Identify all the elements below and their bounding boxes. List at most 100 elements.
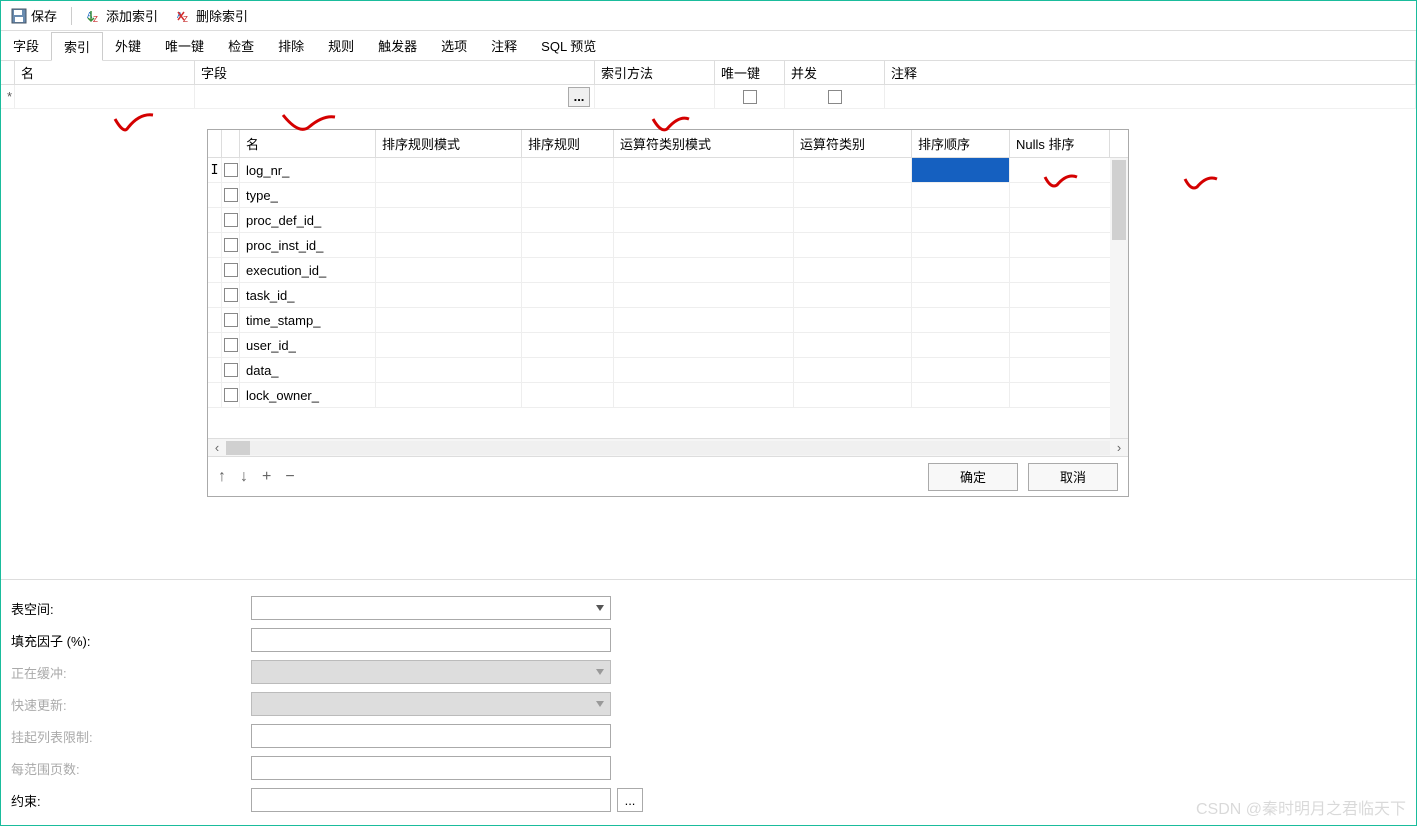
field-checkbox[interactable] [224, 313, 238, 327]
tablespace-select[interactable] [251, 596, 611, 620]
field-picker-button[interactable]: ... [568, 87, 590, 107]
field-row[interactable]: proc_inst_id_ [208, 233, 1128, 258]
add-index-button[interactable]: AZ 添加索引 [80, 4, 164, 27]
tab-exclude[interactable]: 排除 [266, 31, 316, 60]
field-name[interactable]: proc_inst_id_ [240, 233, 376, 257]
add-button[interactable]: + [262, 468, 271, 486]
fillfactor-input[interactable] [251, 628, 611, 652]
field-row[interactable]: I log_nr_ [208, 158, 1128, 183]
horizontal-scrollbar[interactable]: ‹ › [208, 438, 1128, 456]
field-checkbox[interactable] [224, 213, 238, 227]
field-name[interactable]: data_ [240, 358, 376, 382]
dialog-col-name[interactable]: 名 [240, 130, 376, 157]
field-checkbox[interactable] [224, 363, 238, 377]
field-name[interactable]: lock_owner_ [240, 383, 376, 407]
field-row[interactable]: execution_id_ [208, 258, 1128, 283]
field-name[interactable]: proc_def_id_ [240, 208, 376, 232]
field-checkbox[interactable] [224, 338, 238, 352]
dialog-col-coll-schema[interactable]: 排序规则模式 [376, 130, 522, 157]
constraint-input[interactable] [251, 788, 611, 812]
constraint-picker-button[interactable]: ... [617, 788, 643, 812]
tab-rule[interactable]: 规则 [316, 31, 366, 60]
remove-button[interactable]: − [285, 468, 294, 486]
cell-concurrent[interactable] [785, 85, 885, 108]
cell-unique[interactable] [715, 85, 785, 108]
concurrent-checkbox[interactable] [828, 90, 842, 104]
unique-checkbox[interactable] [743, 90, 757, 104]
field-checkbox[interactable] [224, 288, 238, 302]
tab-foreignkey[interactable]: 外键 [103, 31, 153, 60]
dialog-col-op[interactable]: 运算符类别 [794, 130, 912, 157]
cell-comment[interactable] [885, 85, 1416, 108]
tab-index[interactable]: 索引 [51, 32, 103, 61]
scroll-right-icon[interactable]: › [1110, 440, 1128, 456]
index-grid-row[interactable]: * ... [1, 85, 1416, 109]
delete-index-icon: AZ [176, 8, 192, 24]
tab-trigger[interactable]: 触发器 [366, 31, 429, 60]
pending-label: 挂起列表限制: [11, 727, 251, 746]
dialog-col-op-schema[interactable]: 运算符类别模式 [614, 130, 794, 157]
field-row[interactable]: data_ [208, 358, 1128, 383]
delete-index-button[interactable]: AZ 删除索引 [170, 4, 254, 27]
field-row[interactable]: user_id_ [208, 333, 1128, 358]
field-row[interactable]: type_ [208, 183, 1128, 208]
tab-unique[interactable]: 唯一键 [153, 31, 216, 60]
constraint-label: 约束: [11, 791, 251, 810]
dialog-footer: ↑ ↓ + − 确定 取消 [208, 456, 1128, 496]
scroll-left-icon[interactable]: ‹ [208, 440, 226, 456]
cancel-button[interactable]: 取消 [1028, 463, 1118, 491]
field-checkbox[interactable] [224, 163, 238, 177]
scroll-track[interactable] [226, 441, 1110, 455]
tablespace-label: 表空间: [11, 599, 251, 618]
vertical-scrollbar[interactable] [1110, 158, 1128, 438]
col-unique[interactable]: 唯一键 [715, 61, 785, 84]
vertical-scrollbar-thumb[interactable] [1112, 160, 1126, 240]
field-op[interactable] [794, 158, 912, 182]
field-name[interactable]: time_stamp_ [240, 308, 376, 332]
field-coll[interactable] [522, 158, 614, 182]
annotation-check-icon [1181, 171, 1221, 195]
dialog-col-coll[interactable]: 排序规则 [522, 130, 614, 157]
tab-sqlpreview[interactable]: SQL 预览 [529, 31, 608, 60]
fillfactor-label: 填充因子 (%): [11, 631, 251, 650]
dialog-col-nulls[interactable]: Nulls 排序 [1010, 130, 1110, 157]
tab-option[interactable]: 选项 [429, 31, 479, 60]
annotation-check-icon [111, 109, 157, 135]
field-row[interactable]: time_stamp_ [208, 308, 1128, 333]
col-comment[interactable]: 注释 [885, 61, 1416, 84]
field-order-selected[interactable] [912, 158, 1010, 182]
tab-comment[interactable]: 注释 [479, 31, 529, 60]
field-name[interactable]: log_nr_ [240, 158, 376, 182]
field-checkbox[interactable] [224, 238, 238, 252]
cell-fields[interactable]: ... [195, 85, 595, 108]
col-method[interactable]: 索引方法 [595, 61, 715, 84]
move-up-button[interactable]: ↑ [218, 468, 226, 486]
col-fields[interactable]: 字段 [195, 61, 595, 84]
field-name[interactable]: execution_id_ [240, 258, 376, 282]
field-checkbox[interactable] [224, 388, 238, 402]
row-cursor: I [208, 158, 222, 182]
field-name[interactable]: user_id_ [240, 333, 376, 357]
field-checkbox[interactable] [224, 263, 238, 277]
field-row[interactable]: proc_def_id_ [208, 208, 1128, 233]
tab-check[interactable]: 检查 [216, 31, 266, 60]
field-op-schema[interactable] [614, 158, 794, 182]
pages-label: 每范围页数: [11, 759, 251, 778]
field-row[interactable]: task_id_ [208, 283, 1128, 308]
ok-button[interactable]: 确定 [928, 463, 1018, 491]
field-name[interactable]: task_id_ [240, 283, 376, 307]
row-check[interactable] [222, 158, 240, 182]
col-concurrent[interactable]: 并发 [785, 61, 885, 84]
field-name[interactable]: type_ [240, 183, 376, 207]
col-name[interactable]: 名 [15, 61, 195, 84]
dialog-col-order[interactable]: 排序顺序 [912, 130, 1010, 157]
field-checkbox[interactable] [224, 188, 238, 202]
cell-method[interactable] [595, 85, 715, 108]
tab-fields[interactable]: 字段 [1, 31, 51, 60]
cell-name[interactable] [15, 85, 195, 108]
move-down-button[interactable]: ↓ [240, 468, 248, 486]
field-row[interactable]: lock_owner_ [208, 383, 1128, 408]
scroll-thumb[interactable] [226, 441, 250, 455]
field-coll-schema[interactable] [376, 158, 522, 182]
save-button[interactable]: 保存 [5, 4, 63, 27]
